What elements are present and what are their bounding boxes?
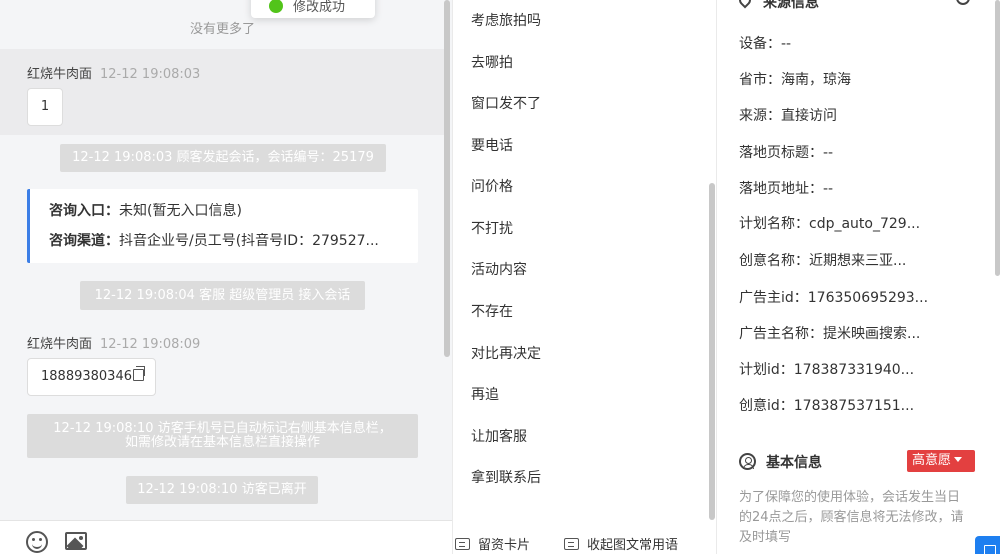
intent-badge-dropdown[interactable]: 高意愿 bbox=[907, 450, 975, 472]
quick-reply-scrollbar[interactable] bbox=[709, 183, 715, 520]
check-circle-icon bbox=[269, 0, 283, 13]
consult-channel-row: 咨询渠道：抖音企业号/员工号(抖音号ID：279527... bbox=[49, 233, 409, 249]
quick-reply-item[interactable]: 去哪拍 bbox=[471, 52, 513, 72]
lead-card-button[interactable]: 留资卡片 bbox=[455, 534, 530, 553]
shield-icon[interactable] bbox=[956, 0, 970, 5]
collapse-phrases-button[interactable]: 收起图文常用语 bbox=[564, 534, 678, 553]
info-advertiser-name: 广告主名称：提米映画搜索... bbox=[739, 326, 921, 342]
collapse-phrases-label: 收起图文常用语 bbox=[587, 538, 679, 553]
system-message-line: 12-12 19:08:10 访客手机号已自动标记右侧基本信息栏， bbox=[53, 421, 392, 436]
sender-name: 红烧牛肉面 bbox=[27, 337, 93, 352]
system-message: 12-12 19:08:03 顾客发起会话，会话编号：25179 bbox=[60, 144, 386, 172]
success-toast: 修改成功 bbox=[251, 0, 375, 18]
no-more-hint: 没有更多了 bbox=[189, 22, 255, 37]
quick-reply-item[interactable]: 不存在 bbox=[471, 301, 513, 321]
system-message: 12-12 19:08:04 客服 超级管理员 接入会话 bbox=[80, 281, 365, 310]
quick-reply-item[interactable]: 问价格 bbox=[471, 176, 513, 196]
chat-scrollbar[interactable] bbox=[444, 0, 450, 357]
message-header: 红烧牛肉面 12-12 19:08:03 bbox=[27, 63, 200, 82]
consult-channel-value: 抖音企业号/员工号(抖音号ID：279527... bbox=[119, 233, 379, 249]
image-icon[interactable] bbox=[65, 532, 87, 550]
source-info-header: 来源信息 bbox=[736, 0, 819, 12]
visitor-info-panel: 来源信息 设备：-- 省市：海南，琼海 来源：直接访问 落地页标题：-- 落地页… bbox=[716, 0, 1000, 554]
consult-info-card: 咨询入口：未知(暂无入口信息) 咨询渠道：抖音企业号/员工号(抖音号ID：279… bbox=[27, 189, 418, 263]
location-pin-icon bbox=[736, 0, 754, 9]
quick-reply-item[interactable]: 活动内容 bbox=[471, 259, 527, 279]
emoji-icon[interactable] bbox=[26, 531, 48, 553]
info-advertiser-id: 广告主id：176350695293... bbox=[739, 290, 929, 306]
message-time: 12-12 19:08:09 bbox=[100, 337, 201, 352]
chat-history[interactable]: 没有更多了 红烧牛肉面 12-12 19:08:03 1 12-12 19:08:… bbox=[0, 0, 452, 520]
quick-reply-item[interactable]: 考虑旅拍吗 bbox=[471, 10, 541, 30]
info-scrollbar[interactable] bbox=[995, 0, 1000, 276]
message-time: 12-12 19:08:03 bbox=[100, 67, 201, 82]
sender-name: 红烧牛肉面 bbox=[27, 67, 93, 82]
chat-toolbar bbox=[0, 520, 452, 554]
copy-icon[interactable] bbox=[132, 366, 145, 381]
intent-badge-label: 高意愿 bbox=[912, 453, 952, 468]
info-device: 设备：-- bbox=[739, 36, 792, 52]
consult-channel-label: 咨询渠道： bbox=[49, 233, 119, 249]
consult-entry-value: 未知(暂无入口信息) bbox=[119, 203, 242, 219]
quick-reply-panel: 考虑旅拍吗 去哪拍 窗口发不了 要电话 问价格 不打扰 活动内容 不存在 对比再… bbox=[452, 0, 716, 554]
float-action-button[interactable] bbox=[975, 536, 1000, 554]
quick-reply-item[interactable]: 让加客服 bbox=[471, 426, 527, 446]
consult-entry-row: 咨询入口：未知(暂无入口信息) bbox=[49, 203, 409, 219]
info-creative-id: 创意id：178387537151... bbox=[739, 398, 915, 414]
basic-info-title: 基本信息 bbox=[766, 455, 822, 471]
basic-info-header: 基本信息 bbox=[739, 452, 822, 472]
message-icon bbox=[564, 538, 579, 550]
consult-entry-label: 咨询入口： bbox=[49, 203, 119, 219]
lead-card-label: 留资卡片 bbox=[478, 538, 531, 553]
quick-reply-item[interactable]: 对比再决定 bbox=[471, 343, 541, 363]
quick-reply-item[interactable]: 拿到联系后 bbox=[471, 467, 541, 487]
source-info-title: 来源信息 bbox=[763, 0, 819, 11]
message-icon bbox=[455, 538, 470, 550]
info-landing-title: 落地页标题：-- bbox=[739, 145, 834, 161]
quick-reply-item[interactable]: 再追 bbox=[471, 384, 499, 404]
info-creative-name: 创意名称：近期想来三亚... bbox=[739, 253, 907, 269]
quick-reply-item[interactable]: 不打扰 bbox=[471, 218, 513, 238]
message-header: 红烧牛肉面 12-12 19:08:09 bbox=[27, 333, 200, 352]
edit-notice: 为了保障您的使用体验，会话发生当日的24点之后，顾客信息将无法修改，请及时填写 bbox=[739, 490, 964, 545]
message-row: 红烧牛肉面 12-12 19:08:03 1 bbox=[0, 49, 445, 135]
system-message: 12-12 19:08:10 访客已离开 bbox=[126, 476, 318, 504]
toast-text: 修改成功 bbox=[293, 0, 346, 15]
message-bubble[interactable]: 1 bbox=[27, 88, 63, 126]
info-region: 省市：海南，琼海 bbox=[739, 72, 851, 88]
info-plan-name: 计划名称：cdp_auto_729... bbox=[739, 216, 921, 232]
info-source: 来源：直接访问 bbox=[739, 108, 837, 124]
info-landing-url: 落地页地址：-- bbox=[739, 181, 834, 197]
quick-reply-item[interactable]: 要电话 bbox=[471, 135, 513, 155]
message-bubble[interactable]: 18889380346 bbox=[27, 358, 156, 396]
user-circle-icon bbox=[739, 453, 756, 470]
quick-reply-toolbar: 留资卡片 收起图文常用语 bbox=[453, 520, 717, 554]
system-message: 12-12 19:08:10 访客手机号已自动标记右侧基本信息栏， 如需修改请在… bbox=[27, 414, 418, 458]
phone-number: 18889380346 bbox=[41, 369, 132, 384]
system-message-line: 如需修改请在基本信息栏直接操作 bbox=[124, 435, 320, 450]
info-plan-id: 计划id：178387331940... bbox=[739, 362, 915, 378]
caret-down-icon bbox=[954, 457, 963, 462]
chat-panel: 没有更多了 红烧牛肉面 12-12 19:08:03 1 12-12 19:08:… bbox=[0, 0, 452, 554]
quick-reply-item[interactable]: 窗口发不了 bbox=[471, 93, 541, 113]
